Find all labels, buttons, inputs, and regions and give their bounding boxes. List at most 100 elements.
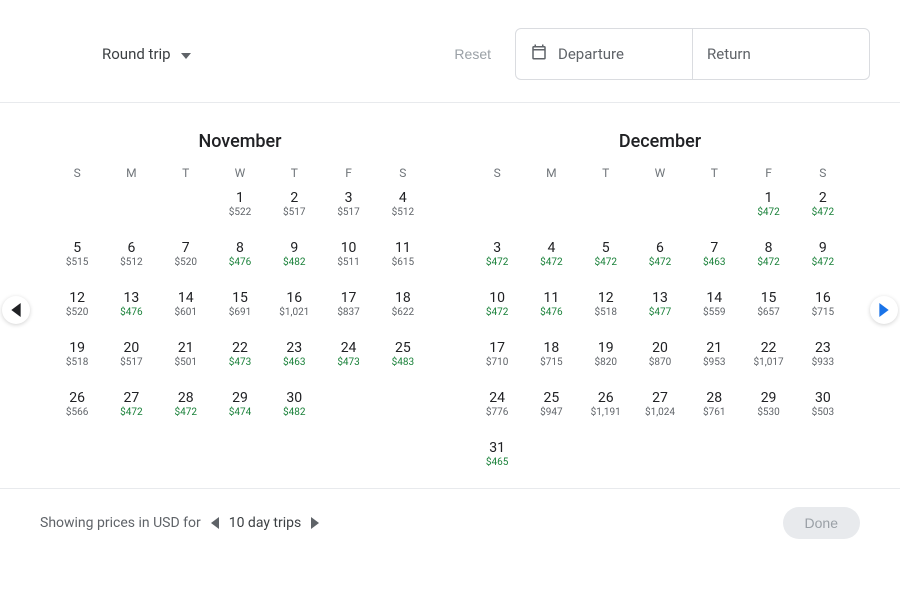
calendar-day[interactable]: 19$820	[579, 340, 633, 378]
day-price: $482	[267, 407, 321, 418]
calendar-day[interactable]: 29$474	[213, 390, 267, 428]
calendar-day[interactable]: 13$477	[633, 290, 687, 328]
day-number: 7	[687, 240, 741, 256]
reset-button[interactable]: Reset	[454, 46, 491, 62]
calendar-day[interactable]: 10$511	[321, 240, 375, 278]
day-price: $820	[579, 357, 633, 368]
day-price: $511	[321, 257, 375, 268]
day-number: 13	[104, 290, 158, 306]
calendar-day[interactable]: 20$870	[633, 340, 687, 378]
calendar-day[interactable]: 27$472	[104, 390, 158, 428]
calendar-day[interactable]: 2$472	[796, 190, 850, 228]
calendar-day[interactable]: 5$472	[579, 240, 633, 278]
day-price: $472	[579, 257, 633, 268]
day-number: 10	[470, 290, 524, 306]
calendar-day[interactable]: 26$566	[50, 390, 104, 428]
day-number: 14	[687, 290, 741, 306]
calendar-day[interactable]: 28$761	[687, 390, 741, 428]
next-trip-length-button[interactable]	[311, 517, 319, 529]
day-number: 24	[470, 390, 524, 406]
calendar-day[interactable]: 11$476	[524, 290, 578, 328]
day-number: 17	[321, 290, 375, 306]
day-price: $517	[104, 357, 158, 368]
done-button[interactable]: Done	[783, 507, 860, 539]
calendar-day[interactable]: 31$465	[470, 440, 524, 478]
day-number: 16	[796, 290, 850, 306]
calendar-day[interactable]: 16$1,021	[267, 290, 321, 328]
calendar-day[interactable]: 29$530	[741, 390, 795, 428]
calendar-day[interactable]: 22$1,017	[741, 340, 795, 378]
calendar-day[interactable]: 9$482	[267, 240, 321, 278]
day-number: 31	[470, 440, 524, 456]
weekday-label: M	[524, 166, 578, 180]
calendar-day[interactable]: 14$559	[687, 290, 741, 328]
calendar-day[interactable]: 24$473	[321, 340, 375, 378]
trip-type-selector[interactable]: Round trip	[30, 45, 191, 63]
calendar-day[interactable]: 28$472	[159, 390, 213, 428]
calendar-day[interactable]: 13$476	[104, 290, 158, 328]
calendar-day[interactable]: 23$933	[796, 340, 850, 378]
calendar-day[interactable]: 4$512	[376, 190, 430, 228]
calendar-day[interactable]: 1$522	[213, 190, 267, 228]
calendar-day[interactable]: 15$657	[741, 290, 795, 328]
calendar-day[interactable]: 23$463	[267, 340, 321, 378]
calendar-day[interactable]: 5$515	[50, 240, 104, 278]
day-number: 11	[524, 290, 578, 306]
calendar-day[interactable]: 6$512	[104, 240, 158, 278]
calendar-day[interactable]: 25$483	[376, 340, 430, 378]
departure-input[interactable]: Departure	[516, 29, 693, 79]
day-price: $518	[579, 307, 633, 318]
day-number: 5	[579, 240, 633, 256]
departure-placeholder: Departure	[558, 45, 624, 63]
calendar-day[interactable]: 8$476	[213, 240, 267, 278]
next-month-button[interactable]	[870, 296, 898, 324]
calendar-day[interactable]: 4$472	[524, 240, 578, 278]
calendar-day[interactable]: 26$1,191	[579, 390, 633, 428]
day-number: 3	[470, 240, 524, 256]
days-grid: 1$4722$4723$4724$4725$4726$4727$4638$472…	[470, 190, 850, 478]
calendar-day[interactable]: 18$622	[376, 290, 430, 328]
calendar-day[interactable]: 22$473	[213, 340, 267, 378]
day-price: $512	[104, 257, 158, 268]
calendar-day[interactable]: 3$517	[321, 190, 375, 228]
calendar-day[interactable]: 21$501	[159, 340, 213, 378]
calendar-day[interactable]: 21$953	[687, 340, 741, 378]
calendar-day[interactable]: 12$518	[579, 290, 633, 328]
calendar-day[interactable]: 16$715	[796, 290, 850, 328]
calendar-day[interactable]: 7$520	[159, 240, 213, 278]
calendar-day[interactable]: 3$472	[470, 240, 524, 278]
calendar-day[interactable]: 30$503	[796, 390, 850, 428]
calendar-day[interactable]: 15$691	[213, 290, 267, 328]
calendar-day[interactable]: 18$715	[524, 340, 578, 378]
day-number: 9	[796, 240, 850, 256]
day-price: $473	[321, 357, 375, 368]
calendar-day[interactable]: 20$517	[104, 340, 158, 378]
calendar-day[interactable]: 9$472	[796, 240, 850, 278]
calendar-day[interactable]: 19$518	[50, 340, 104, 378]
calendar-day[interactable]: 17$710	[470, 340, 524, 378]
calendar-day[interactable]: 11$615	[376, 240, 430, 278]
calendar-day[interactable]: 24$776	[470, 390, 524, 428]
calendar-day[interactable]: 12$520	[50, 290, 104, 328]
day-price: $615	[376, 257, 430, 268]
day-price: $465	[470, 457, 524, 468]
calendar-day[interactable]: 6$472	[633, 240, 687, 278]
prev-month-button[interactable]	[2, 296, 30, 324]
calendar-day[interactable]: 1$472	[741, 190, 795, 228]
return-input[interactable]: Return	[693, 29, 869, 79]
prev-trip-length-button[interactable]	[211, 517, 219, 529]
calendar-day[interactable]: 14$601	[159, 290, 213, 328]
day-price: $472	[104, 407, 158, 418]
calendar-day[interactable]: 10$472	[470, 290, 524, 328]
calendar-day[interactable]: 2$517	[267, 190, 321, 228]
calendar-day[interactable]: 8$472	[741, 240, 795, 278]
calendar-day[interactable]: 27$1,024	[633, 390, 687, 428]
calendar-day[interactable]: 7$463	[687, 240, 741, 278]
calendar-day[interactable]: 25$947	[524, 390, 578, 428]
day-price: $476	[524, 307, 578, 318]
day-number: 29	[213, 390, 267, 406]
calendar-day[interactable]: 17$837	[321, 290, 375, 328]
day-number: 29	[741, 390, 795, 406]
calendar-day[interactable]: 30$482	[267, 390, 321, 428]
day-price: $482	[267, 257, 321, 268]
